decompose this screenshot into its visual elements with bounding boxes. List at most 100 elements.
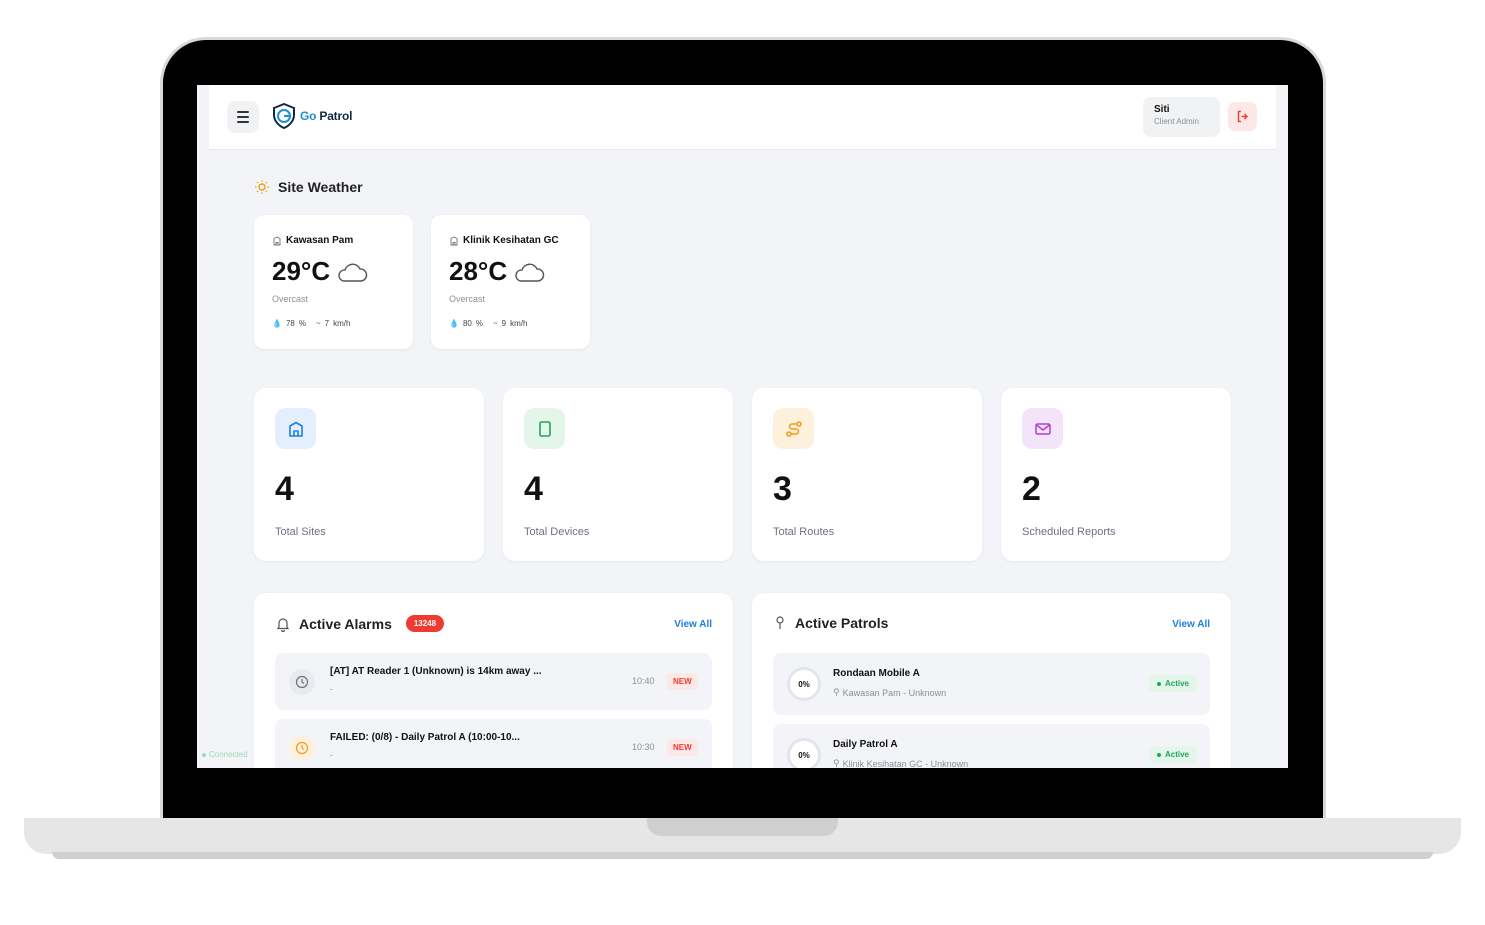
alarm-subtitle: - [330,684,333,694]
weather-temp-value: 29°C [272,256,331,286]
alarm-icon-bg [289,735,315,761]
bell-icon [276,617,290,632]
stat-icon-bg [524,408,565,449]
stat-card-total-sites[interactable]: 4 Total Sites [254,388,484,561]
patrol-progress-ring: 0% [787,667,821,701]
active-alarms-panel: Active Alarms 13248 View All [AT] AT Rea… [254,593,733,768]
top-bar: Go Patrol Siti Client Admin [209,85,1276,150]
humidity-unit: % [298,319,306,328]
stat-icon-bg [1022,408,1063,449]
droplet-icon: 💧 [449,319,459,328]
patrol-location: ⚲ Kawasan Pam - Unknown [833,687,946,698]
site-weather-title: Site Weather [278,179,363,195]
patrol-name: Daily Patrol A [833,739,898,750]
humidity-unit: % [475,319,483,328]
stat-value: 3 [773,470,792,508]
app-logo[interactable]: Go Patrol [272,103,352,129]
logout-button[interactable] [1228,102,1257,131]
sun-icon [255,180,269,194]
user-menu[interactable]: Siti Client Admin [1143,97,1220,137]
wind-value: 9 [501,319,507,328]
patrol-status-badge: Active [1148,675,1197,692]
patrols-view-all-link[interactable]: View All [1172,619,1210,630]
stat-value: 4 [275,470,294,508]
mail-icon [1034,422,1051,435]
patrol-location-text: Klinik Kesihatan GC - Unknown [842,758,969,769]
patrol-status-text: Active [1164,679,1189,688]
alarm-item[interactable]: [AT] AT Reader 1 (Unknown) is 14km away … [275,653,712,710]
weather-site-name: Klinik Kesihatan GC [463,235,559,246]
alarm-count-badge: 13248 [405,615,445,632]
stat-value: 4 [524,470,543,508]
user-name: Siti [1154,104,1170,115]
weather-stats: 💧 78% ~ 7 km/h [272,319,350,328]
connection-status-text: Connected [209,750,248,759]
humidity-value: 80 [462,319,472,328]
site-weather-heading: Site Weather [254,179,363,195]
clock-icon [295,741,309,755]
laptop-notch [647,818,838,836]
tablet-icon [538,420,551,437]
status-dot [1156,752,1161,757]
stat-icon-bg [275,408,316,449]
alarm-new-badge: NEW [667,673,698,690]
humidity-value: 78 [285,319,295,328]
wind-icon: ~ [493,319,498,328]
user-role: Client Admin [1154,117,1199,126]
building-icon [273,235,281,245]
stat-label: Total Routes [773,526,835,538]
active-patrols-title: Active Patrols [795,615,889,631]
weather-site: Kawasan Pam [272,235,353,246]
weather-site: Klinik Kesihatan GC [449,235,559,246]
active-patrols-heading: Active Patrols [773,615,888,631]
droplet-icon: 💧 [272,319,282,328]
patrol-item[interactable]: 0% Rondaan Mobile A ⚲ Kawasan Pam - Unkn… [773,653,1210,715]
alarms-view-all-link[interactable]: View All [674,619,712,630]
weather-card[interactable]: Klinik Kesihatan GC 28°C Overcast 💧 80% … [431,215,590,349]
weather-condition: Overcast [272,294,309,304]
weather-temp: 29°C [272,256,368,287]
alarm-title: FAILED: (0/8) - Daily Patrol A (10:00-10… [330,732,520,743]
menu-icon [237,111,249,113]
wind-unit: km/h [333,319,351,328]
weather-site-name: Kawasan Pam [286,235,354,246]
connection-status: Connected [202,750,248,759]
menu-button[interactable] [227,101,259,133]
laptop-base-shadow [52,852,1433,859]
patrol-status-text: Active [1164,750,1189,759]
active-alarms-heading: Active Alarms 13248 [275,615,445,632]
stat-card-scheduled-reports[interactable]: 2 Scheduled Reports [1001,388,1231,561]
clock-icon [295,675,309,689]
patrol-progress-ring: 0% [787,738,821,768]
alarm-item[interactable]: FAILED: (0/8) - Daily Patrol A (10:00-10… [275,719,712,768]
alarm-new-badge: NEW [667,739,698,756]
wind-icon: ~ [316,319,321,328]
patrol-name: Rondaan Mobile A [833,668,920,679]
stat-label: Total Sites [275,526,326,538]
shield-logo-icon [273,103,295,129]
weather-card[interactable]: Kawasan Pam 29°C Overcast 💧 78% ~ 7 km/h [254,215,413,349]
wind-unit: km/h [510,319,528,328]
stat-label: Scheduled Reports [1022,526,1116,538]
stat-card-total-devices[interactable]: 4 Total Devices [503,388,733,561]
building-icon [450,235,458,245]
patrol-location-text: Kawasan Pam - Unknown [842,687,947,698]
connection-dot [202,752,206,757]
weather-temp: 28°C [449,256,545,287]
cloud-icon [515,263,545,282]
cloud-icon [338,263,368,282]
alarm-title: [AT] AT Reader 1 (Unknown) is 14km away … [330,666,542,677]
alarm-time: 10:40 [632,676,655,686]
location-pin-icon: ⚲ [833,687,840,697]
stat-card-total-routes[interactable]: 3 Total Routes [752,388,982,561]
app-logo-text: Go Patrol [300,109,353,123]
route-icon [785,420,802,437]
weather-stats: 💧 80% ~ 9 km/h [449,319,527,328]
map-pin-icon [776,616,784,629]
patrol-status-badge: Active [1148,746,1197,763]
building-icon [288,421,303,437]
weather-condition: Overcast [449,294,486,304]
stat-icon-bg [773,408,814,449]
patrol-item[interactable]: 0% Daily Patrol A ⚲ Klinik Kesihatan GC … [773,724,1210,768]
alarm-subtitle: - [330,750,333,760]
